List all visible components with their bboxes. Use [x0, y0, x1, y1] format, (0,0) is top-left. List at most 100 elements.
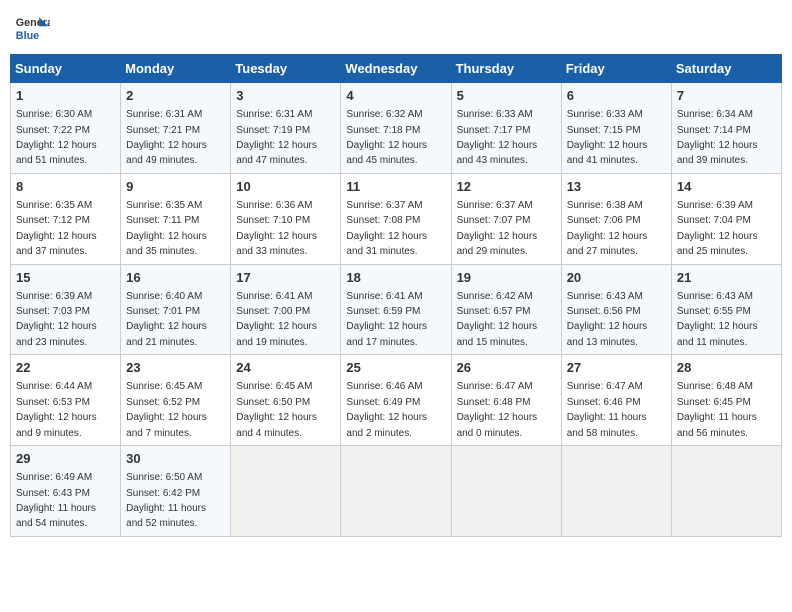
- day-number: 23: [126, 359, 225, 377]
- day-number: 10: [236, 178, 335, 196]
- day-number: 26: [457, 359, 556, 377]
- cell-info: Sunrise: 6:47 AMSunset: 6:46 PMDaylight:…: [567, 381, 647, 438]
- cell-info: Sunrise: 6:35 AMSunset: 7:12 PMDaylight:…: [16, 200, 97, 257]
- calendar-cell: 2 Sunrise: 6:31 AMSunset: 7:21 PMDaylight…: [121, 83, 231, 174]
- cell-info: Sunrise: 6:31 AMSunset: 7:21 PMDaylight:…: [126, 109, 207, 166]
- page-header: General Blue: [10, 10, 782, 46]
- calendar-cell: 5Sunrise: 6:33 AMSunset: 7:17 PMDaylight…: [451, 83, 561, 174]
- day-number: 1: [16, 87, 115, 105]
- calendar-cell: 29 Sunrise: 6:49 AMSunset: 6:43 PMDayligh…: [11, 446, 121, 537]
- cell-info: Sunrise: 6:30 AMSunset: 7:22 PMDaylight:…: [16, 109, 97, 166]
- day-number: 13: [567, 178, 666, 196]
- day-number: 22: [16, 359, 115, 377]
- day-number: 21: [677, 269, 776, 287]
- cell-info: Sunrise: 6:38 AMSunset: 7:06 PMDaylight:…: [567, 200, 648, 257]
- day-number: 19: [457, 269, 556, 287]
- day-number: 24: [236, 359, 335, 377]
- calendar-cell: 20 Sunrise: 6:43 AMSunset: 6:56 PMDayligh…: [561, 264, 671, 355]
- svg-text:Blue: Blue: [16, 30, 39, 42]
- calendar-cell: 16Sunrise: 6:40 AMSunset: 7:01 PMDayligh…: [121, 264, 231, 355]
- header-cell-saturday: Saturday: [671, 55, 781, 83]
- calendar-cell: 7 Sunrise: 6:34 AMSunset: 7:14 PMDaylight…: [671, 83, 781, 174]
- cell-info: Sunrise: 6:32 AMSunset: 7:18 PMDaylight:…: [346, 109, 427, 166]
- cell-info: Sunrise: 6:37 AMSunset: 7:07 PMDaylight:…: [457, 200, 538, 257]
- day-number: 25: [346, 359, 445, 377]
- cell-info: Sunrise: 6:43 AMSunset: 6:56 PMDaylight:…: [567, 291, 648, 348]
- cell-info: Sunrise: 6:39 AMSunset: 7:03 PMDaylight:…: [16, 291, 97, 348]
- calendar-cell: 1 Sunrise: 6:30 AMSunset: 7:22 PMDaylight…: [11, 83, 121, 174]
- calendar-cell: 22 Sunrise: 6:44 AMSunset: 6:53 PMDayligh…: [11, 355, 121, 446]
- cell-info: Sunrise: 6:39 AMSunset: 7:04 PMDaylight:…: [677, 200, 758, 257]
- cell-info: Sunrise: 6:31 AMSunset: 7:19 PMDaylight:…: [236, 109, 317, 166]
- cell-info: Sunrise: 6:48 AMSunset: 6:45 PMDaylight:…: [677, 381, 757, 438]
- calendar-cell: 26 Sunrise: 6:47 AMSunset: 6:48 PMDayligh…: [451, 355, 561, 446]
- calendar-cell: 8Sunrise: 6:35 AMSunset: 7:12 PMDaylight…: [11, 173, 121, 264]
- calendar-table: SundayMondayTuesdayWednesdayThursdayFrid…: [10, 54, 782, 537]
- day-number: 17: [236, 269, 335, 287]
- logo: General Blue: [14, 10, 50, 46]
- cell-info: Sunrise: 6:49 AMSunset: 6:43 PMDaylight:…: [16, 472, 96, 529]
- cell-info: Sunrise: 6:33 AMSunset: 7:15 PMDaylight:…: [567, 109, 648, 166]
- day-number: 11: [346, 178, 445, 196]
- calendar-week-row: 1 Sunrise: 6:30 AMSunset: 7:22 PMDaylight…: [11, 83, 782, 174]
- calendar-cell: 30Sunrise: 6:50 AMSunset: 6:42 PMDayligh…: [121, 446, 231, 537]
- calendar-cell: 28 Sunrise: 6:48 AMSunset: 6:45 PMDayligh…: [671, 355, 781, 446]
- logo-icon: General Blue: [14, 10, 50, 46]
- calendar-cell: 27 Sunrise: 6:47 AMSunset: 6:46 PMDayligh…: [561, 355, 671, 446]
- day-number: 12: [457, 178, 556, 196]
- day-number: 27: [567, 359, 666, 377]
- day-number: 2: [126, 87, 225, 105]
- calendar-week-row: 8Sunrise: 6:35 AMSunset: 7:12 PMDaylight…: [11, 173, 782, 264]
- header-cell-sunday: Sunday: [11, 55, 121, 83]
- calendar-cell: 15Sunrise: 6:39 AMSunset: 7:03 PMDayligh…: [11, 264, 121, 355]
- day-number: 3: [236, 87, 335, 105]
- header-cell-monday: Monday: [121, 55, 231, 83]
- cell-info: Sunrise: 6:35 AMSunset: 7:11 PMDaylight:…: [126, 200, 207, 257]
- cell-info: Sunrise: 6:45 AMSunset: 6:50 PMDaylight:…: [236, 381, 317, 438]
- cell-info: Sunrise: 6:34 AMSunset: 7:14 PMDaylight:…: [677, 109, 758, 166]
- cell-info: Sunrise: 6:37 AMSunset: 7:08 PMDaylight:…: [346, 200, 427, 257]
- day-number: 4: [346, 87, 445, 105]
- calendar-cell: 11 Sunrise: 6:37 AMSunset: 7:08 PMDayligh…: [341, 173, 451, 264]
- header-cell-friday: Friday: [561, 55, 671, 83]
- header-row: SundayMondayTuesdayWednesdayThursdayFrid…: [11, 55, 782, 83]
- header-cell-wednesday: Wednesday: [341, 55, 451, 83]
- calendar-cell: [451, 446, 561, 537]
- cell-info: Sunrise: 6:41 AMSunset: 7:00 PMDaylight:…: [236, 291, 317, 348]
- calendar-week-row: 15Sunrise: 6:39 AMSunset: 7:03 PMDayligh…: [11, 264, 782, 355]
- calendar-cell: 4 Sunrise: 6:32 AMSunset: 7:18 PMDaylight…: [341, 83, 451, 174]
- calendar-cell: [341, 446, 451, 537]
- calendar-cell: 3 Sunrise: 6:31 AMSunset: 7:19 PMDaylight…: [231, 83, 341, 174]
- day-number: 28: [677, 359, 776, 377]
- calendar-cell: 18 Sunrise: 6:41 AMSunset: 6:59 PMDayligh…: [341, 264, 451, 355]
- cell-info: Sunrise: 6:42 AMSunset: 6:57 PMDaylight:…: [457, 291, 538, 348]
- calendar-cell: 13 Sunrise: 6:38 AMSunset: 7:06 PMDayligh…: [561, 173, 671, 264]
- day-number: 29: [16, 450, 115, 468]
- calendar-week-row: 29 Sunrise: 6:49 AMSunset: 6:43 PMDayligh…: [11, 446, 782, 537]
- calendar-cell: 23 Sunrise: 6:45 AMSunset: 6:52 PMDayligh…: [121, 355, 231, 446]
- header-cell-thursday: Thursday: [451, 55, 561, 83]
- cell-info: Sunrise: 6:47 AMSunset: 6:48 PMDaylight:…: [457, 381, 538, 438]
- day-number: 7: [677, 87, 776, 105]
- day-number: 18: [346, 269, 445, 287]
- day-number: 20: [567, 269, 666, 287]
- cell-info: Sunrise: 6:40 AMSunset: 7:01 PMDaylight:…: [126, 291, 207, 348]
- calendar-cell: 17 Sunrise: 6:41 AMSunset: 7:00 PMDayligh…: [231, 264, 341, 355]
- cell-info: Sunrise: 6:45 AMSunset: 6:52 PMDaylight:…: [126, 381, 207, 438]
- cell-info: Sunrise: 6:46 AMSunset: 6:49 PMDaylight:…: [346, 381, 427, 438]
- calendar-cell: 25 Sunrise: 6:46 AMSunset: 6:49 PMDayligh…: [341, 355, 451, 446]
- calendar-cell: [231, 446, 341, 537]
- cell-info: Sunrise: 6:44 AMSunset: 6:53 PMDaylight:…: [16, 381, 97, 438]
- calendar-cell: 12 Sunrise: 6:37 AMSunset: 7:07 PMDayligh…: [451, 173, 561, 264]
- calendar-cell: [671, 446, 781, 537]
- calendar-cell: 14Sunrise: 6:39 AMSunset: 7:04 PMDayligh…: [671, 173, 781, 264]
- calendar-cell: 10 Sunrise: 6:36 AMSunset: 7:10 PMDayligh…: [231, 173, 341, 264]
- calendar-cell: 21 Sunrise: 6:43 AMSunset: 6:55 PMDayligh…: [671, 264, 781, 355]
- cell-info: Sunrise: 6:41 AMSunset: 6:59 PMDaylight:…: [346, 291, 427, 348]
- calendar-cell: 19 Sunrise: 6:42 AMSunset: 6:57 PMDayligh…: [451, 264, 561, 355]
- calendar-cell: 9Sunrise: 6:35 AMSunset: 7:11 PMDaylight…: [121, 173, 231, 264]
- day-number: 30: [126, 450, 225, 468]
- cell-info: Sunrise: 6:43 AMSunset: 6:55 PMDaylight:…: [677, 291, 758, 348]
- cell-info: Sunrise: 6:33 AMSunset: 7:17 PMDaylight:…: [457, 109, 538, 166]
- cell-info: Sunrise: 6:36 AMSunset: 7:10 PMDaylight:…: [236, 200, 317, 257]
